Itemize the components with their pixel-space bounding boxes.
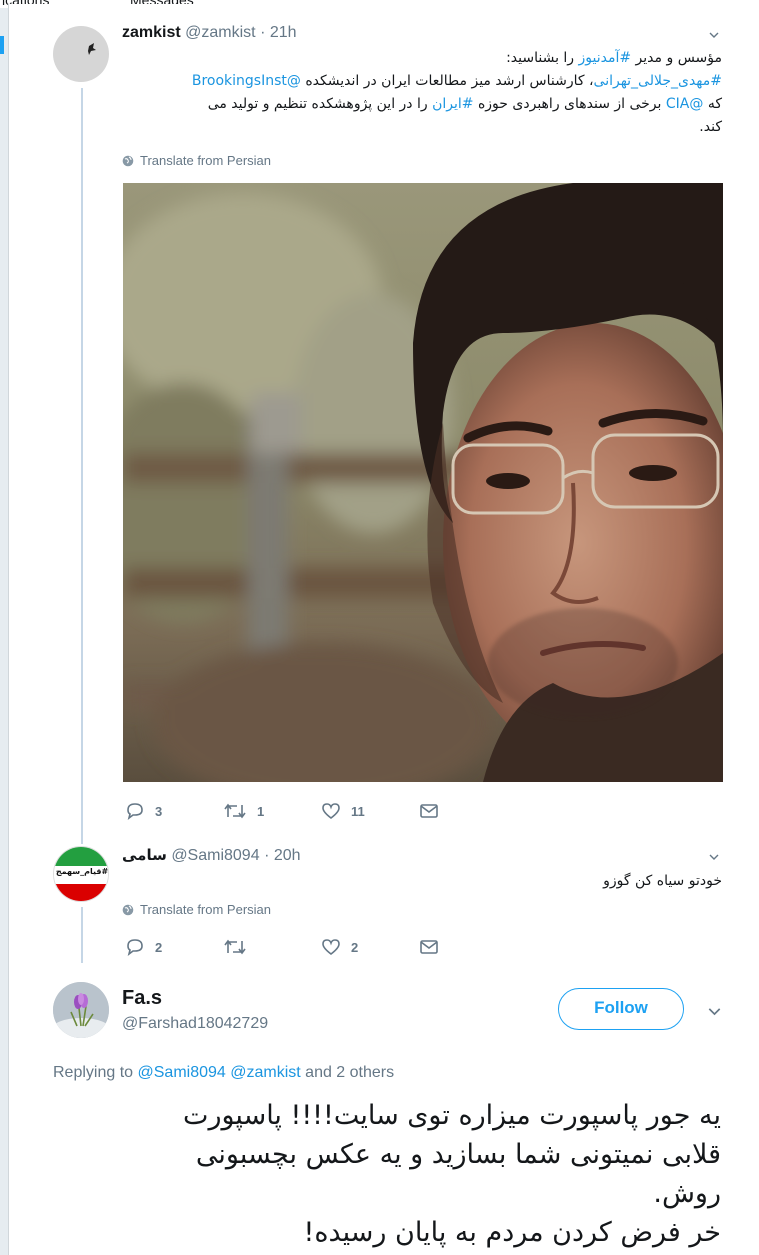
chevron-down-icon[interactable] [708,1005,721,1018]
flower-avatar [53,982,109,1038]
thread-line [81,88,83,844]
hashtag-link[interactable]: #مهدی_جلالی_تهرانی [594,73,722,89]
message-button[interactable] [419,938,439,956]
reply-button[interactable]: 2 [125,938,223,956]
retweet-button[interactable]: 1 [223,802,321,820]
chevron-down-icon[interactable] [709,30,719,40]
user-handle[interactable]: @Farshad18042729 [122,1015,268,1033]
reply-button[interactable]: 3 [125,802,223,820]
follow-button[interactable]: Follow [558,988,684,1030]
portrait-photo [123,183,723,782]
mention-link[interactable]: @zamkist [230,1064,300,1081]
avatar-zamkist[interactable] [53,26,109,82]
retweet-icon [224,939,246,955]
tweet-text: مؤسس و مدیر #آمدنیوز را بشناسید: #مهدی_ج… [191,50,722,135]
left-edge-accent [0,36,4,54]
avatar-fas[interactable] [53,982,109,1038]
user-name[interactable]: zamkist [122,24,181,41]
bird-icon [88,43,96,55]
mention-link[interactable]: @CIA [666,96,703,112]
tweet-photo[interactable] [123,183,723,782]
user-name[interactable]: Fa.s [122,987,162,1010]
envelope-icon [420,804,438,818]
hashtag-link[interactable]: #ایران [432,96,473,112]
message-button[interactable] [419,802,439,820]
envelope-icon [420,940,438,954]
tweet-time[interactable]: · 21h [260,24,296,41]
replying-to: Replying to @Sami8094 @zamkist and 2 oth… [53,1064,395,1081]
user-name[interactable]: سامی [122,846,167,864]
hashtag-link[interactable]: #آمدنیوز [579,50,632,66]
tweet-header: سامی @Sami8094 · 20h [122,846,301,865]
user-handle[interactable]: @zamkist [185,24,255,41]
heart-icon [322,939,340,956]
tweet-text: خودتو سیاه کن گوزو [603,873,722,889]
globe-icon [122,904,134,915]
translate-link[interactable]: Translate from Persian [122,902,271,917]
avatar-caption: #قیام_سهمج [55,867,109,876]
heart-icon [322,803,340,820]
retweet-button[interactable] [223,938,321,956]
reply-icon [127,939,143,956]
like-button[interactable]: 11 [321,802,419,820]
avatar-sami[interactable]: #قیام_سهمج [53,846,109,902]
conversation-card: zamkist @zamkist · 21h مؤسس و مدیر #آمدن… [8,4,759,1255]
mention-link[interactable]: @BrookingsInst [192,73,301,89]
tweet-actions: 2 2 [125,938,439,956]
translate-link[interactable]: Translate from Persian [122,153,271,168]
user-handle[interactable]: @Sami8094 [171,847,259,864]
retweet-icon [224,803,246,819]
tweet-text-large: یه جور پاسپورت میزاره توی سایت!!!! پاسپو… [183,1100,721,1248]
globe-icon [122,155,134,166]
tweet-time[interactable]: · 20h [264,847,300,864]
tweet-actions: 3 1 11 [125,802,439,820]
tweet-header: zamkist @zamkist · 21h [122,24,297,42]
like-button[interactable]: 2 [321,938,419,956]
thread-line [81,907,83,963]
chevron-down-icon[interactable] [709,852,719,862]
mention-link[interactable]: @Sami8094 [138,1064,226,1081]
reply-icon [127,803,143,820]
